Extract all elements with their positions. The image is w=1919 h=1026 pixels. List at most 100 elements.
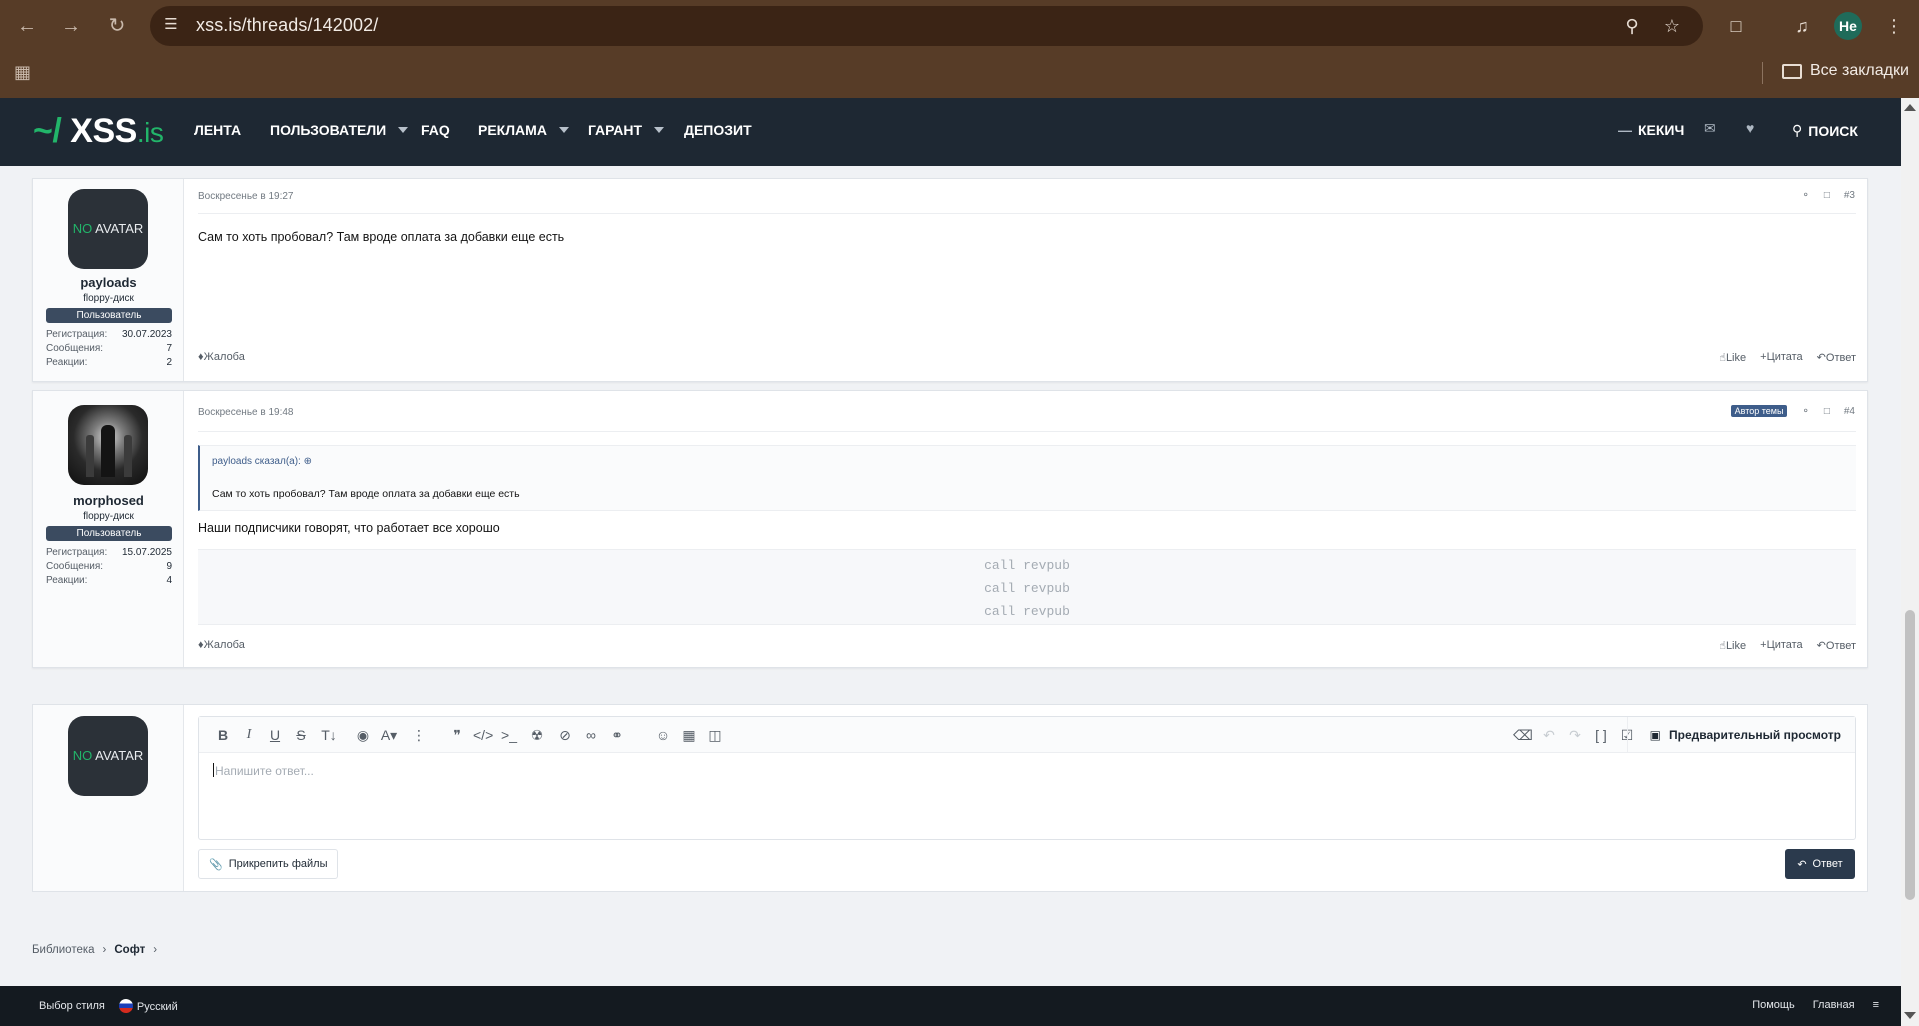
more-options-icon[interactable]: ⋮ [409, 725, 429, 745]
undo-icon[interactable]: ↶ [1539, 725, 1559, 745]
reload-icon[interactable]: ↻ [104, 13, 130, 39]
scroll-up-icon[interactable] [1904, 104, 1916, 111]
page-footer: Выбор стиля Русский Помощь Главная ≡ [0, 986, 1901, 1026]
text-size-icon[interactable]: T↓ [319, 725, 339, 745]
style-chooser-link[interactable]: Выбор стиля [39, 1000, 105, 1012]
nav-feed[interactable]: ЛЕНТА [194, 122, 241, 138]
address-bar[interactable] [150, 6, 1703, 46]
stat-registration: Регистрация: 30.07.2023 [46, 329, 172, 340]
code-icon[interactable]: </> [473, 725, 493, 745]
italic-icon[interactable]: I [239, 725, 259, 745]
inline-code-icon[interactable]: >_ [499, 725, 519, 745]
report-link[interactable]: ♦Жалоба [198, 351, 245, 364]
url-text[interactable]: xss.is/threads/142002/ [196, 15, 378, 36]
link-icon[interactable]: ⚭ [607, 725, 627, 745]
dash-icon: — [1618, 122, 1632, 138]
username[interactable]: morphosed [33, 493, 184, 508]
report-link[interactable]: ♦Жалоба [198, 639, 245, 652]
quote-button[interactable]: +Цитата [1760, 639, 1803, 652]
chevron-down-icon[interactable] [654, 127, 665, 133]
reply-arrow-icon: ↶ [1797, 858, 1807, 871]
avatar[interactable]: NO AVATAR [68, 716, 148, 796]
all-bookmarks-button[interactable]: Все закладки [1782, 62, 1909, 80]
breadcrumb-item[interactable]: Библиотека [32, 944, 95, 956]
menu-icon[interactable]: ⋮ [1882, 14, 1906, 38]
home-link[interactable]: Главная [1813, 999, 1855, 1011]
reply-button[interactable]: ↶Ответ [1817, 639, 1856, 652]
quote-button[interactable]: +Цитата [1760, 351, 1803, 364]
site-info-icon[interactable]: ☰ [160, 14, 182, 36]
help-link[interactable]: Помощь [1752, 999, 1795, 1011]
quote-author[interactable]: payloads сказал(а): ⊕ [212, 456, 312, 467]
redo-icon[interactable]: ↷ [1565, 725, 1585, 745]
chevron-down-icon[interactable] [558, 127, 569, 133]
site-logo[interactable]: ~/ XSS.is [33, 112, 164, 151]
post-divider [198, 431, 1856, 432]
avatar[interactable]: NO AVATAR [68, 189, 148, 269]
post-number[interactable]: #3 [1844, 190, 1855, 201]
eraser-icon[interactable]: ⌫ [1513, 725, 1533, 745]
nav-users[interactable]: ПОЛЬЗОВАТЕЛИ [270, 122, 409, 138]
envelope-icon[interactable]: ✉ [1704, 120, 1716, 137]
zoom-icon[interactable]: ⚲ [1620, 14, 1644, 38]
chevron-down-icon[interactable] [398, 127, 409, 133]
user-title: floppy-диск [83, 511, 134, 522]
user-cell: NO AVATAR payloads floppy-диск Пользоват… [33, 179, 184, 381]
post-actions-top: ⚬ □ #3 [1801, 190, 1855, 201]
bookmark-star-icon[interactable]: ☆ [1660, 14, 1684, 38]
bookmark-icon[interactable]: □ [1824, 190, 1830, 201]
bold-icon[interactable]: B [213, 725, 233, 745]
post-number[interactable]: #4 [1844, 406, 1855, 417]
username[interactable]: payloads [33, 275, 184, 290]
bbcode-icon[interactable]: [ ] [1591, 725, 1611, 745]
post-date[interactable]: Воскресенье в 19:27 [198, 191, 293, 202]
user-menu[interactable]: — КЕКИЧ [1618, 122, 1684, 138]
like-button[interactable]: ☝Like [1719, 351, 1746, 364]
nav-ads[interactable]: РЕКЛАМА [478, 122, 569, 138]
chevron-right-icon: › [153, 944, 158, 956]
like-button[interactable]: ☝Like [1719, 639, 1746, 652]
language-chooser[interactable]: Русский [118, 999, 178, 1013]
hide-icon[interactable]: ⊘ [555, 725, 575, 745]
gallery-icon[interactable]: ◫ [705, 725, 725, 745]
share-icon[interactable]: ⚬ [1801, 406, 1809, 417]
avatar[interactable] [68, 405, 148, 485]
reply-input[interactable]: Напишите ответ... [213, 763, 314, 778]
nav-guarantor[interactable]: ГАРАНТ [588, 122, 665, 138]
profile-avatar[interactable]: He [1834, 12, 1862, 40]
search-button[interactable]: ⚲ ПОИСК [1792, 122, 1858, 139]
forward-icon[interactable]: → [58, 13, 84, 39]
palette-icon[interactable]: ◉ [353, 725, 373, 745]
underline-icon[interactable]: U [265, 725, 285, 745]
back-icon[interactable]: ← [14, 13, 40, 39]
share-icon[interactable]: ⚬ [1801, 190, 1809, 201]
apps-grid-icon[interactable]: ▦ [14, 62, 34, 82]
image-icon[interactable]: ▦ [679, 725, 699, 745]
extensions-icon[interactable]: □ [1724, 14, 1748, 38]
scroll-down-icon[interactable] [1904, 1012, 1916, 1019]
smiley-icon[interactable]: ☺ [653, 725, 673, 745]
submit-reply-button[interactable]: ↶ Ответ [1785, 849, 1855, 879]
post-actions-top: Автор темы ⚬ □ #4 [1730, 405, 1855, 417]
quote-icon[interactable]: ❞ [447, 725, 467, 745]
scrollbar-thumb[interactable] [1905, 610, 1915, 900]
spoiler-icon[interactable]: ☢ [527, 725, 547, 745]
bookmark-icon[interactable]: □ [1824, 406, 1830, 417]
bell-icon[interactable]: ♥ [1746, 120, 1754, 136]
nav-deposit[interactable]: ДЕПОЗИТ [684, 122, 752, 138]
mask-icon[interactable]: ∞ [581, 725, 601, 745]
post-date[interactable]: Воскресенье в 19:48 [198, 407, 293, 418]
breadcrumb-item[interactable]: Софт [114, 944, 145, 956]
reply-editor[interactable]: B I U S T↓ ◉ A▾ ⋮ ❞ </> >_ ☢ ⊘ ∞ ⚭ ☺ ▦ ◫… [198, 716, 1856, 840]
preview-button[interactable]: ▣ Предварительный просмотр [1626, 717, 1855, 753]
rss-icon[interactable]: ≡ [1873, 999, 1879, 1011]
reply-button[interactable]: ↶Ответ [1817, 351, 1856, 364]
strikethrough-icon[interactable]: S [291, 725, 311, 745]
media-control-icon[interactable]: ♫ [1790, 14, 1814, 38]
author-badge: Автор темы [1730, 405, 1788, 417]
font-icon[interactable]: A▾ [379, 725, 399, 745]
expand-quote-icon[interactable]: ⊕ [304, 456, 312, 467]
code-line: call revpub [984, 581, 1070, 596]
attach-files-button[interactable]: 📎 Прикрепить файлы [198, 849, 339, 879]
nav-faq[interactable]: FAQ [421, 122, 450, 138]
